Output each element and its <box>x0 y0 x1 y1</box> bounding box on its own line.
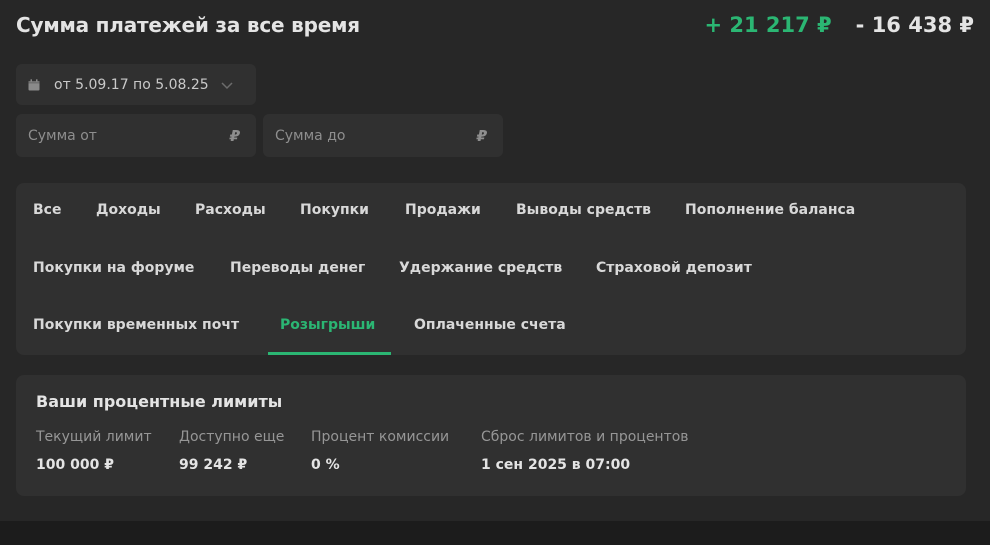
tab-forum-purchases[interactable]: Покупки на форуме <box>33 260 194 276</box>
limit-value: 1 сен 2025 в 07:00 <box>481 457 631 473</box>
calendar-icon <box>28 78 40 90</box>
expense-total: - 16 438 ₽ <box>855 13 974 37</box>
page-title: Сумма платежей за все время <box>16 13 360 37</box>
percent-limits-panel: Ваши процентные лимиты Текущий лимит 100… <box>16 375 966 496</box>
date-range-picker[interactable]: от 5.09.17 по 5.08.25 <box>16 64 256 105</box>
amount-to-field[interactable]: ₽ <box>263 114 503 157</box>
limit-value: 99 242 ₽ <box>179 457 248 473</box>
transaction-type-tabs: Все Доходы Расходы Покупки Продажи Вывод… <box>16 183 966 355</box>
limit-label: Доступно еще <box>179 429 285 445</box>
tab-paid-invoices[interactable]: Оплаченные счета <box>414 317 566 333</box>
tab-insurance-deposit[interactable]: Страховой депозит <box>596 260 752 276</box>
limit-current: Текущий лимит 100 000 ₽ <box>36 429 152 473</box>
tab-funds-hold[interactable]: Удержание средств <box>399 260 562 276</box>
tab-balance-topup[interactable]: Пополнение баланса <box>685 202 855 218</box>
tab-giveaways[interactable]: Розыгрыши <box>280 317 375 333</box>
ruble-icon: ₽ <box>476 126 487 145</box>
date-range-label: от 5.09.17 по 5.08.25 <box>54 76 209 93</box>
limit-label: Процент комиссии <box>311 429 450 445</box>
tab-income[interactable]: Доходы <box>96 202 161 218</box>
limit-available: Доступно еще 99 242 ₽ <box>179 429 284 473</box>
tab-sales[interactable]: Продажи <box>405 202 481 218</box>
amount-from-field[interactable]: ₽ <box>16 114 256 157</box>
tab-money-transfers[interactable]: Переводы денег <box>230 260 365 276</box>
totals: + 21 217 ₽ - 16 438 ₽ <box>704 13 974 37</box>
limit-label: Текущий лимит <box>36 429 152 445</box>
header: Сумма платежей за все время + 21 217 ₽ -… <box>16 8 974 42</box>
limit-label: Сброс лимитов и процентов <box>481 429 689 445</box>
active-tab-indicator <box>268 352 391 355</box>
limit-value: 0 % <box>311 457 340 473</box>
amount-from-input[interactable] <box>16 114 230 157</box>
tab-purchases[interactable]: Покупки <box>300 202 369 218</box>
ruble-icon: ₽ <box>229 126 240 145</box>
tab-expenses[interactable]: Расходы <box>195 202 266 218</box>
chevron-down-icon <box>221 81 233 89</box>
page-footer-band <box>0 521 990 545</box>
tab-withdrawals[interactable]: Выводы средств <box>516 202 651 218</box>
amount-to-input[interactable] <box>263 114 477 157</box>
limit-reset: Сброс лимитов и процентов 1 сен 2025 в 0… <box>481 429 689 473</box>
tab-temp-mail-purchases[interactable]: Покупки временных почт <box>33 317 239 333</box>
income-total: + 21 217 ₽ <box>704 13 832 37</box>
limit-value: 100 000 ₽ <box>36 457 114 473</box>
limit-commission: Процент комиссии 0 % <box>311 429 449 473</box>
limits-title: Ваши процентные лимиты <box>36 392 283 411</box>
tab-all[interactable]: Все <box>33 202 61 218</box>
